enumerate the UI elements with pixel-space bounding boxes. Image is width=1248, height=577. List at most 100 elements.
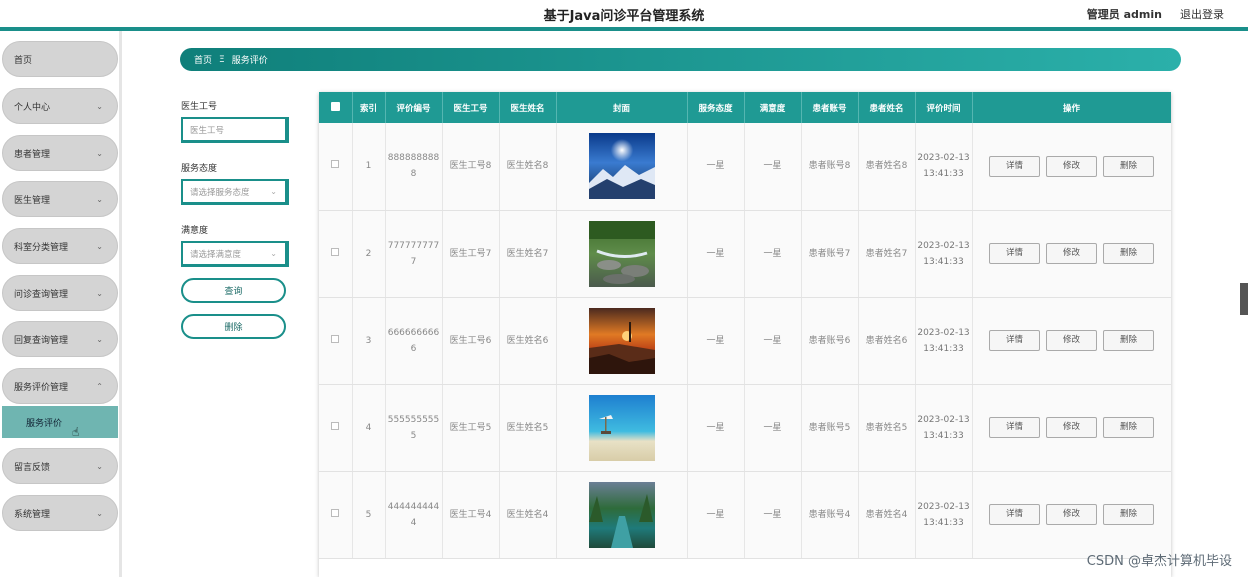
select-all-checkbox[interactable] [330, 101, 340, 111]
doctor-id-cell: 医生工号5 [442, 384, 500, 472]
row-checkbox[interactable] [331, 247, 340, 256]
evaluation-code-cell: 8888888888 [385, 123, 443, 211]
delete-button[interactable]: 删除 [1103, 330, 1154, 351]
sidebar-item-label: 留言反馈 [14, 462, 51, 473]
cover-cell [556, 471, 688, 559]
sidebar-item-profile[interactable]: 个人中心 ⌄ [2, 88, 118, 124]
satisfaction-cell: 一星 [744, 297, 802, 385]
detail-button[interactable]: 详情 [989, 504, 1040, 525]
service-attitude-select[interactable]: 请选择服务态度 ⌄ [181, 179, 289, 205]
cover-image [588, 307, 655, 374]
column-header: 服务态度 [687, 92, 745, 123]
doctor-name-cell: 医生姓名4 [499, 471, 557, 559]
sidebar-item-doctors[interactable]: 医生管理 ⌄ [2, 181, 118, 217]
edit-button[interactable]: 修改 [1046, 155, 1097, 177]
row-checkbox[interactable] [331, 334, 340, 343]
delete-button[interactable]: 删除 [1103, 243, 1154, 264]
table-row: 2 7777777777 医生工号7 医生姓名7 一星 一星 患者账号7 患者姓名7 2023-… [319, 210, 1171, 298]
cover-image [588, 394, 655, 461]
index-cell: 2 [352, 210, 386, 298]
column-header: 满意度 [744, 92, 802, 123]
sidebar-item-system[interactable]: 系统管理 ⌄ [2, 495, 118, 531]
actions-cell: 详情 修改 删除 [972, 384, 1171, 472]
cover-cell [556, 210, 688, 298]
column-header: 患者姓名 [858, 92, 916, 123]
sidebar-item-label: 首页 [14, 55, 33, 66]
chevron-down-icon: ⌄ [96, 462, 103, 471]
satisfaction-select[interactable]: 请选择满意度 ⌄ [181, 241, 289, 267]
breadcrumb-home[interactable]: 首页 [194, 53, 212, 66]
table-row: 5 4444444444 医生工号4 医生姓名4 一星 一星 患者账号4 患者姓名4 2023-… [319, 471, 1171, 559]
evaluation-code-cell: 7777777777 [385, 210, 443, 298]
logout-link[interactable]: 退出登录 [1180, 6, 1224, 22]
cover-image [588, 481, 655, 548]
app-title: 基于Java问诊平台管理系统 [543, 9, 705, 24]
edit-button[interactable]: 修改 [1046, 417, 1097, 438]
service-attitude-cell: 一星 [687, 297, 745, 385]
detail-button[interactable]: 详情 [989, 155, 1040, 177]
patient-account-cell: 患者账号7 [801, 210, 859, 298]
table-row: 1 8888888888 医生工号8 医生姓名8 一星 一星 患者账号8 患者姓名8 2023-… [319, 123, 1171, 211]
query-button[interactable]: 查询 [181, 278, 286, 303]
sidebar-item-replies[interactable]: 回复查询管理 ⌄ [2, 321, 118, 357]
sidebar-item-home[interactable]: 首页 [2, 41, 118, 77]
patient-name-cell: 患者姓名6 [858, 297, 916, 385]
row-checkbox[interactable] [331, 160, 340, 169]
doctor-name-cell: 医生姓名7 [499, 210, 557, 298]
delete-button[interactable]: 删除 [1103, 155, 1154, 177]
doctor-id-input[interactable]: 医生工号 [181, 117, 289, 143]
sidebar-item-consultation[interactable]: 问诊查询管理 ⌄ [2, 275, 118, 311]
doctor-id-cell: 医生工号6 [442, 297, 500, 385]
service-attitude-placeholder: 请选择服务态度 [190, 187, 250, 198]
column-header: 索引 [352, 92, 386, 123]
detail-button[interactable]: 详情 [989, 417, 1040, 438]
evaluation-code-cell: 5555555555 [385, 384, 443, 472]
column-header: 患者账号 [801, 92, 859, 123]
row-select-cell [319, 123, 353, 211]
row-checkbox[interactable] [331, 421, 340, 430]
doctor-id-label: 医生工号 [181, 102, 218, 112]
sidebar-item-label: 服务评价管理 [14, 382, 69, 393]
chevron-down-icon: ⌄ [96, 509, 103, 518]
evaluation-code-cell: 6666666666 [385, 297, 443, 385]
column-header: 操作 [972, 92, 1171, 123]
row-select-cell [319, 297, 353, 385]
sidebar-item-patients[interactable]: 患者管理 ⌄ [2, 135, 118, 171]
edit-button[interactable]: 修改 [1046, 243, 1097, 264]
service-attitude-cell: 一星 [687, 384, 745, 472]
actions-cell: 详情 修改 删除 [972, 471, 1171, 559]
column-header: 医生工号 [442, 92, 500, 123]
satisfaction-placeholder: 请选择满意度 [190, 249, 242, 260]
sidebar-item-label: 个人中心 [14, 102, 51, 113]
sidebar-item-label: 回复查询管理 [14, 335, 69, 346]
sidebar-item-departments[interactable]: 科室分类管理 ⌄ [2, 228, 118, 264]
patient-account-cell: 患者账号6 [801, 297, 859, 385]
edit-button[interactable]: 修改 [1046, 330, 1097, 351]
side-panel-handle[interactable] [1240, 283, 1248, 315]
doctor-id-placeholder: 医生工号 [190, 125, 225, 136]
detail-button[interactable]: 详情 [989, 243, 1040, 264]
select-all-header[interactable] [319, 92, 353, 123]
evaluation-time-cell: 2023-02-13 13:41:33 [915, 297, 973, 385]
delete-button[interactable]: 删除 [1103, 504, 1154, 525]
row-checkbox[interactable] [331, 508, 340, 517]
chevron-down-icon: ⌄ [96, 149, 103, 158]
evaluation-time-cell: 2023-02-13 13:41:33 [915, 210, 973, 298]
index-cell: 4 [352, 384, 386, 472]
evaluation-time-cell: 2023-02-13 13:41:33 [915, 471, 973, 559]
actions-cell: 详情 修改 删除 [972, 123, 1171, 211]
edit-button[interactable]: 修改 [1046, 504, 1097, 525]
chevron-up-icon: ⌃ [96, 382, 103, 391]
sidebar-item-feedback[interactable]: 留言反馈 ⌄ [2, 448, 118, 484]
chevron-down-icon: ⌄ [96, 289, 103, 298]
top-bar: 基于Java问诊平台管理系统 管理员 admin 退出登录 [0, 0, 1248, 28]
breadcrumb: 首页 Ξ 服务评价 [180, 48, 1181, 71]
breadcrumb-separator: Ξ [219, 54, 225, 65]
detail-button[interactable]: 详情 [989, 330, 1040, 351]
sidebar-item-service-evaluation[interactable]: 服务评价管理 ⌃ [2, 368, 118, 404]
sidebar-subitem-service-evaluation[interactable]: 服务评价 ☝ [2, 406, 118, 439]
batch-delete-button[interactable]: 删除 [181, 314, 286, 339]
satisfaction-label: 满意度 [181, 226, 209, 236]
index-cell: 5 [352, 471, 386, 559]
delete-button[interactable]: 删除 [1103, 417, 1154, 438]
